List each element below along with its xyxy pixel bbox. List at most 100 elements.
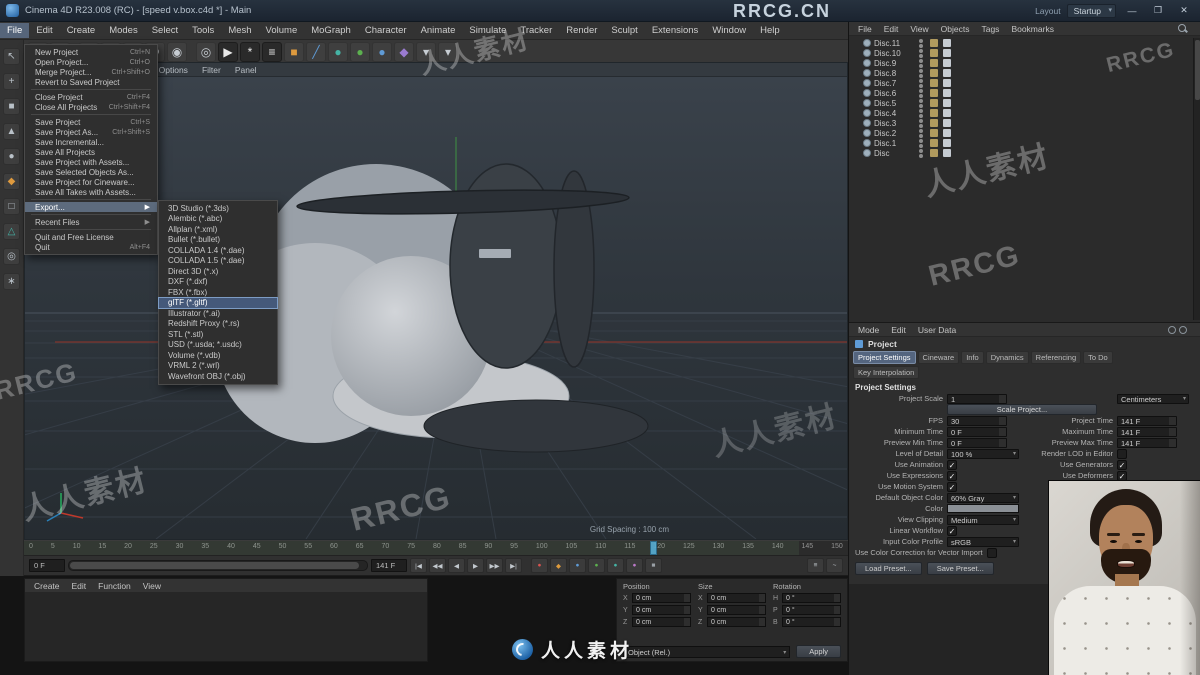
record-toggle[interactable]: ●: [569, 558, 586, 573]
object-row[interactable]: Disc.6: [849, 88, 1200, 98]
material-menu-item[interactable]: Function: [92, 581, 137, 591]
last-tool-icon[interactable]: ◉: [167, 41, 187, 62]
export-format-item[interactable]: Direct 3D (*.x): [159, 266, 277, 277]
close-button[interactable]: ✕: [1174, 3, 1194, 19]
display-tag-icon[interactable]: [943, 149, 951, 157]
menubar-item[interactable]: Select: [145, 23, 185, 38]
playback-button[interactable]: ▶|: [505, 558, 522, 573]
phong-tag-icon[interactable]: [930, 69, 938, 77]
attribute-value[interactable]: [947, 525, 957, 536]
file-menu-item[interactable]: Save All Takes with Assets...: [25, 187, 157, 197]
attribute-tab[interactable]: Project Settings: [853, 351, 916, 364]
am-menu-mode[interactable]: Mode: [852, 325, 885, 335]
texture-mode-icon[interactable]: ■: [3, 98, 20, 115]
om-menu-edit[interactable]: Edit: [878, 24, 905, 34]
attribute-value[interactable]: 0 F: [947, 437, 1007, 448]
export-format-item[interactable]: Bullet (*.bullet): [159, 235, 277, 246]
coordinate-input[interactable]: 0 cm: [632, 605, 691, 615]
export-format-item[interactable]: Volume (*.vdb): [159, 350, 277, 361]
lock-icon[interactable]: [1168, 325, 1176, 334]
apply-button[interactable]: Apply: [796, 645, 841, 658]
attribute-tab[interactable]: To Do: [1083, 351, 1113, 364]
export-format-item[interactable]: STL (*.stl): [159, 329, 277, 340]
render-settings-icon[interactable]: *: [240, 41, 260, 62]
menubar-item[interactable]: Create: [60, 23, 103, 38]
menubar-item[interactable]: Animate: [414, 23, 463, 38]
attribute-value[interactable]: 60% Gray: [947, 492, 1019, 503]
playback-button[interactable]: ▶▶: [486, 558, 503, 573]
display-tag-icon[interactable]: [943, 79, 951, 87]
coordinate-input[interactable]: 0 cm: [707, 605, 766, 615]
menubar-item[interactable]: Help: [753, 23, 787, 38]
export-format-item[interactable]: Alembic (*.abc): [159, 214, 277, 225]
history-icon[interactable]: [1179, 325, 1187, 334]
phong-tag-icon[interactable]: [930, 89, 938, 97]
attribute-value[interactable]: sRGB: [947, 536, 1019, 547]
attribute-value[interactable]: 30: [947, 415, 1007, 426]
export-format-item[interactable]: Wavefront OBJ (*.obj): [159, 371, 277, 382]
menubar-item[interactable]: Modes: [102, 23, 145, 38]
file-menu-item[interactable]: [31, 89, 151, 90]
workplane-mode-icon[interactable]: ▲: [3, 123, 20, 140]
toolbar-dropdown-icon[interactable]: ▾: [438, 41, 458, 62]
attribute-value[interactable]: [947, 481, 957, 492]
object-row[interactable]: Disc.3: [849, 118, 1200, 128]
coordinate-input[interactable]: 0 cm: [707, 617, 766, 627]
spline-pen-icon[interactable]: ╱: [306, 41, 326, 62]
preset-button[interactable]: Save Preset...: [926, 562, 994, 575]
phong-tag-icon[interactable]: [930, 129, 938, 137]
file-menu-item[interactable]: New Project Ctrl+N: [25, 47, 157, 57]
om-menu-view[interactable]: View: [904, 24, 934, 34]
attribute-value[interactable]: [1117, 459, 1127, 470]
attribute-value[interactable]: [986, 547, 997, 558]
visibility-toggles[interactable]: [919, 108, 923, 118]
file-menu-item[interactable]: Save Incremental...: [25, 137, 157, 147]
coordinate-input[interactable]: 0 cm: [632, 593, 691, 603]
visibility-toggles[interactable]: [919, 58, 923, 68]
file-menu-item[interactable]: Close All Projects Ctrl+Shift+F4: [25, 102, 157, 112]
attribute-tab[interactable]: Referencing: [1030, 351, 1082, 364]
display-tag-icon[interactable]: [943, 99, 951, 107]
material-menu-item[interactable]: View: [137, 581, 167, 591]
attribute-value[interactable]: 100 %: [947, 448, 1019, 459]
visibility-toggles[interactable]: [919, 78, 923, 88]
end-frame-field[interactable]: 141 F: [371, 559, 407, 572]
maximize-button[interactable]: ❐: [1148, 3, 1168, 19]
object-row[interactable]: Disc.11: [849, 38, 1200, 48]
visibility-toggles[interactable]: [919, 68, 923, 78]
export-format-item[interactable]: glTF (*.gltf): [158, 296, 278, 309]
viewport-menu-item[interactable]: Filter: [195, 65, 228, 75]
object-row[interactable]: Disc.4: [849, 108, 1200, 118]
playback-button[interactable]: ▶: [467, 558, 484, 573]
playhead[interactable]: [650, 541, 658, 555]
object-row[interactable]: Disc.8: [849, 68, 1200, 78]
visibility-toggles[interactable]: [919, 128, 923, 138]
fcurve-icon[interactable]: ~: [826, 558, 843, 573]
display-tag-icon[interactable]: [943, 109, 951, 117]
playback-button[interactable]: |◀: [410, 558, 427, 573]
file-menu-item[interactable]: Save Project Ctrl+S: [25, 117, 157, 127]
menubar-item[interactable]: MoGraph: [304, 23, 358, 38]
minimize-button[interactable]: —: [1122, 3, 1142, 19]
menubar-item[interactable]: Tracker: [513, 23, 559, 38]
menubar-item[interactable]: Extensions: [645, 23, 705, 38]
phong-tag-icon[interactable]: [930, 149, 938, 157]
file-menu-item[interactable]: Recent Files ▶: [25, 217, 157, 227]
file-menu-item[interactable]: Save All Projects: [25, 147, 157, 157]
attribute-value[interactable]: 141 F: [1117, 437, 1177, 448]
display-tag-icon[interactable]: [943, 129, 951, 137]
object-row[interactable]: Disc.9: [849, 58, 1200, 68]
layout-dropdown[interactable]: Startup: [1066, 3, 1116, 18]
start-frame-field[interactable]: 0 F: [29, 559, 65, 572]
record-toggle[interactable]: ●: [588, 558, 605, 573]
file-menu-item[interactable]: Merge Project... Ctrl+Shift+O: [25, 67, 157, 77]
attribute-value[interactable]: Scale Project...: [947, 404, 1097, 415]
attribute-tab[interactable]: Cineware: [917, 351, 960, 364]
attribute-value[interactable]: 141 F: [1117, 426, 1177, 437]
object-row[interactable]: Disc.7: [849, 78, 1200, 88]
coordinate-input[interactable]: 0 °: [782, 617, 841, 627]
export-format-item[interactable]: FBX (*.fbx): [159, 287, 277, 298]
object-row[interactable]: Disc.2: [849, 128, 1200, 138]
preset-button[interactable]: Load Preset...: [855, 562, 922, 575]
coordinate-input[interactable]: 0 cm: [707, 593, 766, 603]
